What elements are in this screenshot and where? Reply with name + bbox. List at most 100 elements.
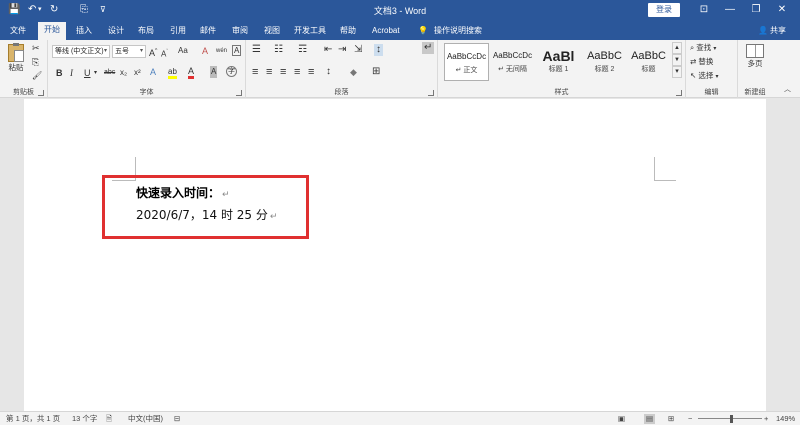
change-case-button[interactable]: Aa [178,45,188,57]
char-border-button[interactable]: A [232,45,242,56]
sort-button[interactable]: ↕ [374,44,383,56]
select-arrow-icon: ↖ [690,71,697,80]
underline-dropdown-icon[interactable]: ▾ [94,67,97,79]
numbering-button[interactable]: ☷ [274,44,283,56]
zoom-in-button[interactable]: + [764,414,768,424]
restore-button[interactable]: ❐ [746,2,766,18]
highlight-color-button[interactable]: ab [168,67,177,79]
font-launcher-icon[interactable] [236,90,242,96]
shading-button[interactable]: ◆ [350,66,357,78]
minimize-button[interactable]: — [720,2,740,18]
font-name-value: 等线 (中文正文) [55,48,104,55]
underline-button[interactable]: U [84,67,91,79]
paragraph-launcher-icon[interactable] [428,90,434,96]
search-icon: ⌕ [690,43,695,52]
style-normal[interactable]: AaBbCcDc ↵ 正文 [444,43,489,81]
shrink-font-button[interactable]: Aˇ [161,46,168,61]
tab-view[interactable]: 视图 [258,23,286,40]
zoom-out-button[interactable]: − [688,414,692,424]
language-indicator[interactable]: 中文(中国) [128,414,163,424]
lightbulb-icon: 💡 [418,26,428,35]
style-heading-1[interactable]: AaBl 标题 1 [536,43,581,81]
word-count[interactable]: 13 个字 [72,414,97,424]
share-button[interactable]: 👤 共享 [758,23,786,38]
copy-icon[interactable]: ⎘ [32,56,39,68]
format-painter-icon[interactable]: 🖌 [32,70,42,82]
tell-me-search[interactable]: 💡 操作说明搜索 [418,23,482,38]
justify-button[interactable]: ≡ [294,66,300,78]
style-name: ↵ 正文 [455,67,478,74]
macro-record-icon[interactable]: ⊟ [174,414,180,424]
tab-layout[interactable]: 布局 [132,23,160,40]
find-button[interactable]: ⌕ 查找 ▾ [690,42,716,55]
replace-button[interactable]: ⇄ 替换 [690,56,713,68]
italic-button[interactable]: I [70,67,73,79]
font-color-button[interactable]: A [188,66,195,79]
align-left-button[interactable]: ≡ [252,66,258,78]
increase-indent-button[interactable]: ⇥ [338,44,346,56]
decrease-indent-button[interactable]: ⇤ [324,44,332,56]
multilevel-list-button[interactable]: ☶ [298,44,307,56]
bold-button[interactable]: B [56,67,63,79]
paste-button[interactable]: 粘贴 [6,42,26,74]
proofing-icon[interactable]: 🗎 [106,414,112,424]
tab-developer[interactable]: 开发工具 [288,23,332,40]
style-no-spacing[interactable]: AaBbCcDc ↵ 无间隔 [490,43,535,81]
tab-design[interactable]: 设计 [102,23,130,40]
style-name: 标题 [641,66,656,73]
bullets-button[interactable]: ☰ [252,44,261,56]
tab-insert[interactable]: 插入 [70,23,98,40]
login-button[interactable]: 登录 [648,3,680,17]
font-name-select[interactable]: 等线 (中文正文) ▾ [52,45,110,58]
document-page[interactable]: 快速录入时间： ↵ 2020/6/7，14 时 25 分 ↵ [24,99,766,411]
select-button[interactable]: ↖ 选择 ▾ [690,70,719,83]
clipboard-launcher-icon[interactable] [38,90,44,96]
collapse-ribbon-icon[interactable]: ︿ [784,84,791,96]
phonetic-guide-button[interactable]: wén [216,45,227,57]
style-heading-2[interactable]: AaBbC 标题 2 [582,43,627,81]
page-count[interactable]: 第 1 页，共 1 页 [6,414,60,424]
enclose-char-button[interactable]: 字 [226,66,237,77]
styles-launcher-icon[interactable] [676,90,682,96]
web-layout-icon[interactable]: ⊞ [668,414,674,424]
strikethrough-button[interactable]: abc [104,67,115,79]
tab-help[interactable]: 帮助 [334,23,362,40]
style-title[interactable]: AaBbC 标题 [626,43,671,81]
read-mode-icon[interactable]: ▤ [644,414,656,424]
char-shading-button[interactable]: A [210,66,218,78]
text-effects-button[interactable]: A [150,66,156,78]
paste-label: 粘贴 [8,63,24,72]
font-size-select[interactable]: 五号 ▾ [112,45,146,58]
clear-formatting-button[interactable]: A [202,45,208,57]
align-right-button[interactable]: ≡ [280,66,286,78]
styles-scroll-up-icon[interactable]: ▲ [672,42,682,54]
style-sample: AaBbC [587,50,622,62]
borders-button[interactable]: ⊞ [372,66,380,78]
close-button[interactable]: ✕ [772,2,792,18]
line-spacing-button[interactable]: ↕ [326,66,331,78]
tab-mailings[interactable]: 邮件 [194,23,222,40]
vertical-scrollbar[interactable] [784,99,800,411]
tab-acrobat[interactable]: Acrobat [366,23,406,40]
multipage-button[interactable]: 多页 [742,44,768,70]
find-label: 查找 [696,43,712,52]
superscript-button[interactable]: x² [134,67,141,79]
grow-font-button[interactable]: A^ [149,45,157,59]
styles-scroll-down-icon[interactable]: ▼ [672,54,682,66]
tab-file[interactable]: 文件 [4,23,32,40]
multipage-label: 多页 [747,59,763,68]
subscript-button[interactable]: x₂ [120,67,127,79]
tab-review[interactable]: 审阅 [226,23,254,40]
cut-icon[interactable]: ✂ [32,42,40,54]
zoom-level[interactable]: 149% [776,414,795,424]
tab-home[interactable]: 开始 [38,22,66,40]
zoom-slider-thumb[interactable] [730,415,733,423]
distributed-button[interactable]: ≡ [308,66,314,78]
styles-more-icon[interactable]: ▾ [672,66,682,78]
ribbon-display-options-icon[interactable]: ⊡ [694,2,714,18]
tab-references[interactable]: 引用 [164,23,192,40]
chinese-layout-button[interactable]: ⇲ [354,44,362,56]
align-center-button[interactable]: ≡ [266,66,272,78]
focus-mode-icon[interactable]: ▣ [618,414,625,424]
show-marks-button[interactable]: ↵ [422,42,435,54]
